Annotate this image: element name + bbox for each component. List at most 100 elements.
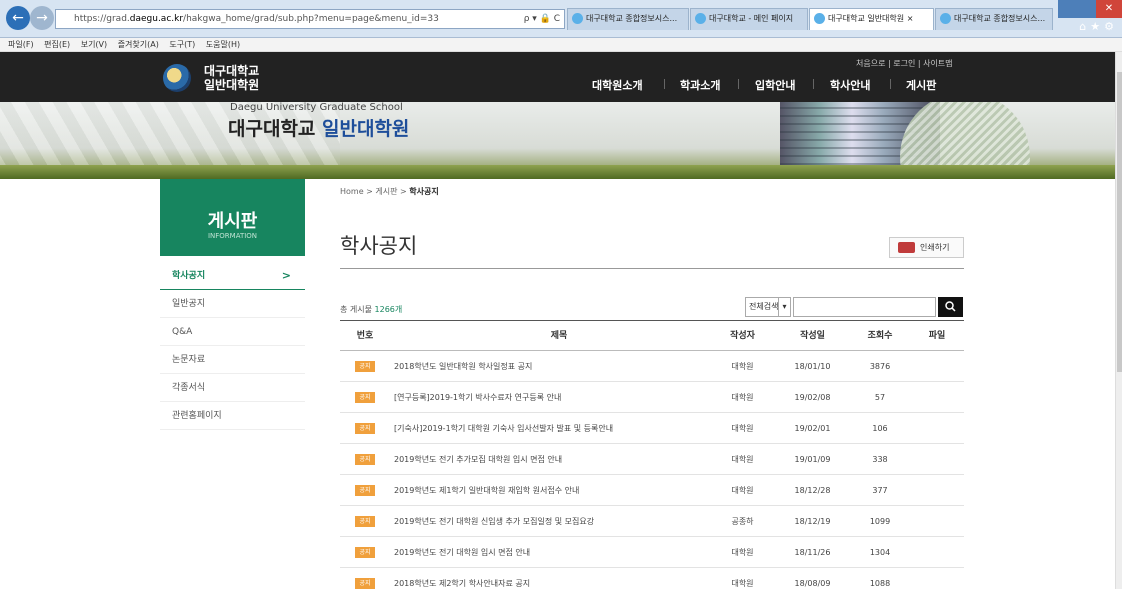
table-row[interactable]: 공지 2019학년도 전기 추가모집 대학원 입시 면접 안내 대학원 19/01/0… [340, 444, 964, 475]
address-icons[interactable]: ρ ▾ 🔒 C [524, 10, 560, 28]
breadcrumb-path[interactable]: Home > 게시판 > [340, 187, 409, 196]
total-label: 총 게시물 [340, 305, 375, 314]
banner-title: 대구대학교 일반대학원 [228, 114, 409, 141]
post-title-link[interactable]: 2019학년도 전기 대학원 신입생 추가 모집일정 및 모집요강 [394, 506, 724, 537]
post-author: 대학원 [731, 579, 754, 588]
browser-chrome: ← → https://grad.daegu.ac.kr/hakgwa_home… [0, 0, 1122, 38]
sidebar-item-label: 일반공지 [172, 299, 206, 309]
col-file: 파일 [928, 331, 946, 341]
table-row[interactable]: 공지 2018학년도 제2학기 학사안내자료 공지 대학원 18/08/09 1088 [340, 568, 964, 589]
post-title-link[interactable]: 2019학년도 전기 대학원 입시 면접 안내 [394, 537, 724, 568]
search-input[interactable] [793, 297, 936, 317]
post-author: 대학원 [731, 455, 754, 464]
notice-table: 번호 제목 작성자 작성일 조회수 파일 공지 2018학년도 일반대학원 학사일… [340, 320, 964, 589]
post-views: 1088 [869, 579, 891, 588]
post-views: 377 [872, 486, 888, 495]
scroll-thumb[interactable] [1117, 72, 1122, 372]
table-row[interactable]: 공지 [기숙사]2019-1학기 대학원 기숙사 입사선발자 발표 및 등록안내 대… [340, 413, 964, 444]
table-body: 공지 2018학년도 일반대학원 학사일정표 공지 대학원 18/01/10 3876 공… [340, 351, 964, 589]
tab-2[interactable]: 대구대학교 - 메인 페이지 [690, 8, 808, 30]
total-posts: 총 게시물 1266개 [340, 304, 402, 315]
menu-file[interactable]: 파일(F) [8, 40, 34, 49]
page-scrollbar[interactable] [1115, 52, 1122, 589]
notice-badge: 공지 [355, 578, 375, 589]
post-author: 대학원 [731, 362, 754, 371]
sidebar-item-label: 각종서식 [172, 383, 206, 393]
nav-admission[interactable]: 입학안내 [755, 77, 795, 93]
nav-divider [738, 79, 739, 89]
tab-1[interactable]: 대구대학교 종합정보시스... [567, 8, 689, 30]
post-views: 3876 [869, 362, 891, 371]
menu-tools[interactable]: 도구(T) [169, 40, 195, 49]
menu-favorites[interactable]: 즐겨찾기(A) [118, 40, 159, 49]
browser-toolbar-icons[interactable]: ⌂★⚙ [1079, 20, 1118, 33]
post-views: 338 [872, 455, 888, 464]
tab-label: 대구대학교 종합정보시스... [586, 14, 678, 23]
table-row[interactable]: 공지 2019학년도 제1학기 일반대학원 재입학 원서접수 안내 대학원 18/12… [340, 475, 964, 506]
table-row[interactable]: 공지 2019학년도 전기 대학원 신입생 추가 모집일정 및 모집요강 공종하 18… [340, 506, 964, 537]
post-views: 1304 [869, 548, 891, 557]
sidebar-item-related-sites[interactable]: 관련홈페이지 [160, 402, 305, 430]
logo-line-1: 대구대학교 [204, 64, 260, 78]
post-title-link[interactable]: [연구등록]2019-1학기 박사수료자 연구등록 안내 [394, 382, 724, 413]
sidebar-item-general-notice[interactable]: 일반공지 [160, 290, 305, 318]
nav-divider [890, 79, 891, 89]
table-row[interactable]: 공지 [연구등록]2019-1학기 박사수료자 연구등록 안내 대학원 19/02/0… [340, 382, 964, 413]
notice-badge-cell: 공지 [340, 382, 390, 413]
close-window-icon[interactable]: ✕ [1096, 0, 1122, 18]
forward-button[interactable]: → [30, 6, 54, 30]
tab-3-active[interactable]: 대구대학교 일반대학원 × [809, 8, 934, 30]
university-emblem-icon[interactable] [163, 64, 191, 92]
url-prefix: https://grad. [74, 14, 130, 24]
nav-board[interactable]: 게시판 [906, 77, 936, 93]
nav-department-intro[interactable]: 학과소개 [680, 77, 720, 93]
notice-badge-cell: 공지 [340, 568, 390, 589]
menu-edit[interactable]: 편집(E) [44, 40, 70, 49]
notice-badge-cell: 공지 [340, 506, 390, 537]
post-date: 19/01/09 [794, 455, 831, 464]
post-author: 대학원 [731, 393, 754, 402]
sidebar-header: 게시판 INFORMATION [160, 179, 305, 256]
post-title-link[interactable]: 2019학년도 전기 추가모집 대학원 입시 면접 안내 [394, 444, 724, 475]
notice-badge: 공지 [355, 485, 375, 496]
banner-title-main: 대구대학교 [228, 118, 323, 140]
ie-icon [814, 13, 825, 24]
post-title-link[interactable]: 2019학년도 제1학기 일반대학원 재입학 원서접수 안내 [394, 475, 724, 506]
col-author: 작성자 [730, 331, 755, 341]
nav-academic[interactable]: 학사안내 [830, 77, 870, 93]
banner-english-title: Daegu University Graduate School [230, 102, 403, 113]
sidebar-menu: 학사공지 > 일반공지 Q&A 논문자료 각종서식 관련홈페이지 [160, 262, 305, 430]
sidebar-subtitle: INFORMATION [207, 232, 258, 240]
menu-view[interactable]: 보기(V) [81, 40, 107, 49]
utility-links[interactable]: 처음으로 | 로그인 | 사이트맵 [856, 58, 953, 69]
ie-icon [695, 13, 706, 24]
breadcrumb-current: 학사공지 [409, 187, 439, 196]
tab-close-icon[interactable]: × [907, 14, 914, 23]
post-author: 대학원 [731, 424, 754, 433]
tab-4[interactable]: 대구대학교 종합정보시스... [935, 8, 1053, 30]
notice-badge-cell: 공지 [340, 537, 390, 568]
print-button[interactable]: 인쇄하기 [889, 237, 964, 258]
sidebar-item-qna[interactable]: Q&A [160, 318, 305, 346]
table-row[interactable]: 공지 2019학년도 전기 대학원 입시 면접 안내 대학원 18/11/26 1304 [340, 537, 964, 568]
sidebar-item-forms[interactable]: 각종서식 [160, 374, 305, 402]
sidebar-item-thesis[interactable]: 논문자료 [160, 346, 305, 374]
post-views: 57 [874, 393, 886, 402]
search-scope-select[interactable]: 전체검색 ▾ [745, 297, 791, 317]
address-bar[interactable]: https://grad.daegu.ac.kr/hakgwa_home/gra… [55, 9, 565, 29]
post-title-link[interactable]: [기숙사]2019-1학기 대학원 기숙사 입사선발자 발표 및 등록안내 [394, 413, 724, 444]
nav-graduate-intro[interactable]: 대학원소개 [592, 77, 643, 93]
menu-bar: 파일(F) 편집(E) 보기(V) 즐겨찾기(A) 도구(T) 도움말(H) [0, 38, 1122, 52]
notice-badge: 공지 [355, 423, 375, 434]
post-title-link[interactable]: 2018학년도 제2학기 학사안내자료 공지 [394, 568, 724, 589]
back-button[interactable]: ← [6, 6, 30, 30]
post-title-link[interactable]: 2018학년도 일반대학원 학사일정표 공지 [394, 351, 724, 382]
post-date: 19/02/08 [794, 393, 831, 402]
menu-help[interactable]: 도움말(H) [206, 40, 240, 49]
sidebar-item-academic-notice[interactable]: 학사공지 > [160, 262, 305, 290]
search-button[interactable] [938, 297, 963, 317]
table-row[interactable]: 공지 2018학년도 일반대학원 학사일정표 공지 대학원 18/01/10 3876 [340, 351, 964, 382]
print-label: 인쇄하기 [920, 243, 950, 252]
site-logo[interactable]: 대구대학교 일반대학원 [204, 64, 259, 92]
ie-icon [940, 13, 951, 24]
